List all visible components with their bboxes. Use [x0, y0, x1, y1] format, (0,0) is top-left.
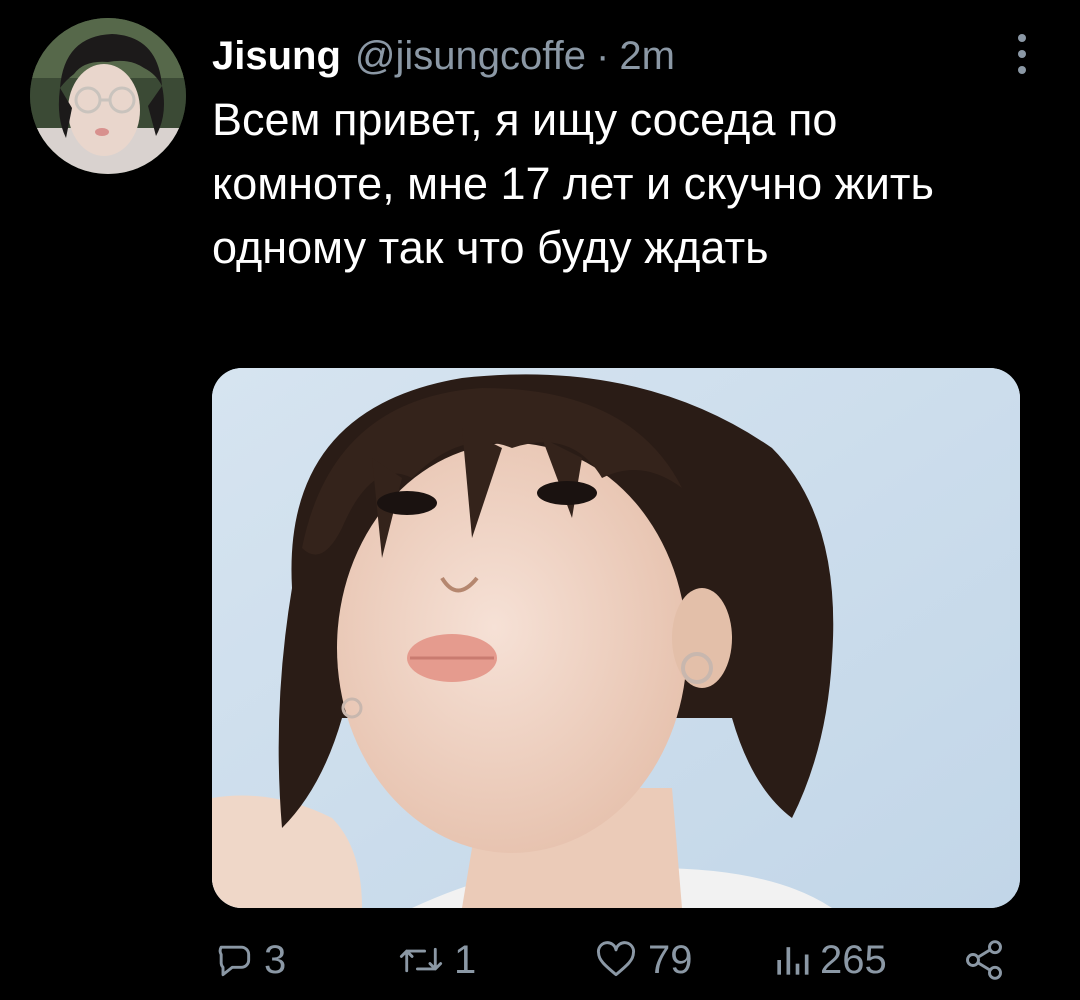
more-dot: [1018, 50, 1026, 58]
like-button[interactable]: 79: [592, 938, 693, 983]
views-chart-icon: [777, 947, 809, 975]
avatar-image: [30, 18, 186, 174]
retweet-button[interactable]: 1: [396, 938, 476, 983]
more-dot: [1018, 66, 1026, 74]
author-handle[interactable]: @jisungcoffe: [355, 34, 586, 79]
tweet-header: Jisung @jisungcoffe · 2m: [212, 28, 675, 84]
more-vertical-icon[interactable]: [1012, 34, 1032, 74]
like-count: 79: [648, 937, 693, 982]
tweet-actions: 3 1 79 265: [212, 930, 1012, 990]
tweet-text: Всем привет, я ищу соседа по комноте, мн…: [212, 94, 934, 273]
tweet-media-image[interactable]: [212, 368, 1020, 908]
reply-count: 3: [264, 937, 287, 982]
tweet-timestamp[interactable]: 2m: [619, 34, 675, 79]
more-dot: [1018, 34, 1026, 42]
retweet-count: 1: [454, 937, 477, 982]
views-button[interactable]: 265: [772, 938, 887, 983]
share-icon: [966, 940, 1002, 980]
share-button[interactable]: [962, 938, 1014, 982]
header-separator: ·: [596, 33, 610, 78]
views-count: 265: [820, 937, 887, 982]
heart-icon: [597, 941, 635, 977]
media-photo: [212, 368, 1020, 908]
tweet-card: Jisung @jisungcoffe · 2m Всем привет, я …: [0, 0, 1080, 1000]
reply-button[interactable]: 3: [212, 938, 286, 983]
author-name[interactable]: Jisung: [212, 34, 341, 79]
reply-icon: [218, 945, 251, 977]
retweet-icon: [399, 947, 443, 973]
avatar[interactable]: [30, 18, 186, 174]
